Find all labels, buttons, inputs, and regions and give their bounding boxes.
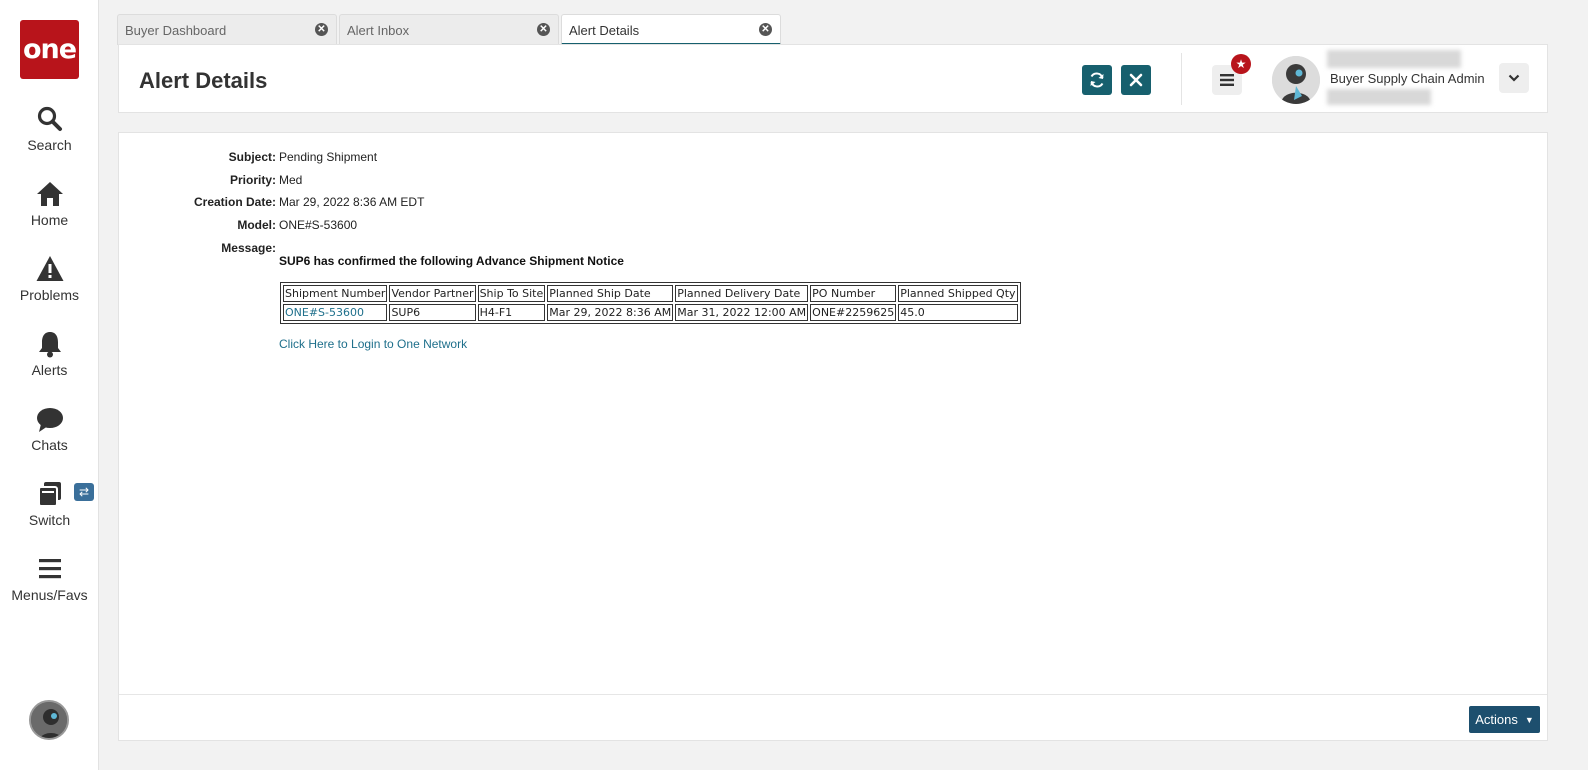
- bell-icon: [38, 332, 61, 358]
- message-label: Message:: [221, 241, 276, 255]
- refresh-button[interactable]: [1082, 65, 1112, 95]
- column-header: Vendor Partner: [389, 285, 476, 302]
- swap-icon[interactable]: ⇄: [74, 483, 94, 501]
- sidebar-item-switch[interactable]: ⇄ Switch: [0, 480, 99, 542]
- blurred-organization: [1327, 89, 1431, 105]
- table-cell: ONE#2259625: [810, 304, 897, 321]
- table-cell: Mar 31, 2022 12:00 AM: [675, 304, 809, 321]
- blurred-username: [1327, 50, 1461, 68]
- search-icon: [37, 106, 62, 131]
- warning-icon: [36, 256, 63, 281]
- creation-date-label: Creation Date:: [193, 195, 276, 209]
- table-row: ONE#S-53600 SUP6 H4-F1 Mar 29, 2022 8:36…: [283, 304, 1018, 321]
- shipment-number-link[interactable]: ONE#S-53600: [285, 306, 364, 319]
- close-icon[interactable]: ✕: [759, 23, 772, 36]
- table-cell: 45.0: [898, 304, 1018, 321]
- asn-table: Shipment Number Vendor Partner Ship To S…: [280, 282, 1021, 324]
- sidebar-item-label: Alerts: [31, 362, 68, 378]
- priority-value: Med: [279, 173, 303, 187]
- tab-label: Alert Inbox: [347, 23, 410, 38]
- sidebar-item-label: Menus/Favs: [11, 587, 88, 603]
- page-header: Alert Details ★ Buyer Supply Chain Admin: [118, 44, 1548, 113]
- footer-divider: [119, 694, 1547, 695]
- sidebar-item-label: Switch: [28, 512, 71, 528]
- message-heading: SUP6 has confirmed the following Advance…: [279, 254, 624, 268]
- column-header: Planned Delivery Date: [675, 285, 809, 302]
- menu-icon: [38, 559, 61, 579]
- refresh-icon: [1090, 72, 1104, 88]
- subject-value: Pending Shipment: [279, 150, 378, 164]
- table-cell: Mar 29, 2022 8:36 AM: [547, 304, 674, 321]
- left-sidebar: one Search Home Problems Alerts Chats ⇄ …: [0, 0, 99, 770]
- user-avatar[interactable]: [1272, 56, 1320, 104]
- table-header-row: Shipment Number Vendor Partner Ship To S…: [283, 285, 1018, 302]
- creation-date-value: Mar 29, 2022 8:36 AM EDT: [279, 195, 425, 209]
- column-header: Planned Shipped Qty: [898, 285, 1018, 302]
- sidebar-item-chats[interactable]: Chats: [0, 405, 99, 467]
- close-icon: [1129, 73, 1143, 87]
- column-header: Shipment Number: [283, 285, 388, 302]
- table-cell: H4-F1: [477, 304, 546, 321]
- sidebar-item-label: Chats: [31, 437, 68, 453]
- subject-label: Subject:: [228, 150, 276, 164]
- table-cell: SUP6: [389, 304, 476, 321]
- tab-label: Alert Details: [569, 23, 640, 38]
- column-header: Planned Ship Date: [547, 285, 674, 302]
- model-link[interactable]: ONE#S-53600: [279, 218, 357, 232]
- sidebar-item-home[interactable]: Home: [0, 180, 99, 242]
- header-divider: [1181, 53, 1182, 105]
- sidebar-item-menus-favs[interactable]: Menus/Favs: [0, 555, 99, 617]
- avatar-icon: [31, 702, 67, 738]
- user-menu-dropdown[interactable]: [1499, 63, 1529, 93]
- avatar-icon: [1272, 56, 1320, 104]
- alert-details-panel: Subject: Pending Shipment Priority: Med …: [118, 132, 1548, 741]
- actions-label: Actions: [1475, 712, 1518, 727]
- tab-alert-inbox[interactable]: Alert Inbox ✕: [339, 14, 559, 45]
- close-page-button[interactable]: [1121, 65, 1151, 95]
- priority-label: Priority:: [229, 173, 276, 187]
- tab-alert-details[interactable]: Alert Details ✕: [561, 14, 781, 45]
- chat-icon: [36, 408, 63, 432]
- star-icon: ★: [1231, 54, 1251, 74]
- column-header: Ship To Site: [477, 285, 546, 302]
- chevron-down-icon: [1508, 74, 1520, 82]
- close-icon[interactable]: ✕: [315, 23, 328, 36]
- login-link[interactable]: Click Here to Login to One Network: [279, 337, 467, 351]
- model-label: Model:: [237, 218, 276, 232]
- table-cell: ONE#S-53600: [283, 304, 388, 321]
- page-title: Alert Details: [139, 68, 268, 93]
- sidebar-item-problems[interactable]: Problems: [0, 255, 99, 317]
- user-role: Buyer Supply Chain Admin: [1330, 71, 1485, 86]
- one-network-logo[interactable]: one: [20, 20, 79, 79]
- tab-buyer-dashboard[interactable]: Buyer Dashboard ✕: [117, 14, 337, 45]
- switch-icon: [37, 482, 61, 507]
- sidebar-user-avatar[interactable]: [29, 700, 69, 740]
- home-icon: [36, 182, 63, 206]
- column-header: PO Number: [810, 285, 897, 302]
- sidebar-item-label: Problems: [19, 287, 80, 303]
- close-icon[interactable]: ✕: [537, 23, 550, 36]
- hamburger-icon: [1220, 74, 1234, 86]
- sidebar-item-alerts[interactable]: Alerts: [0, 330, 99, 392]
- actions-button[interactable]: Actions ▼: [1469, 706, 1540, 733]
- caret-down-icon: ▼: [1524, 714, 1534, 725]
- tab-label: Buyer Dashboard: [125, 23, 227, 38]
